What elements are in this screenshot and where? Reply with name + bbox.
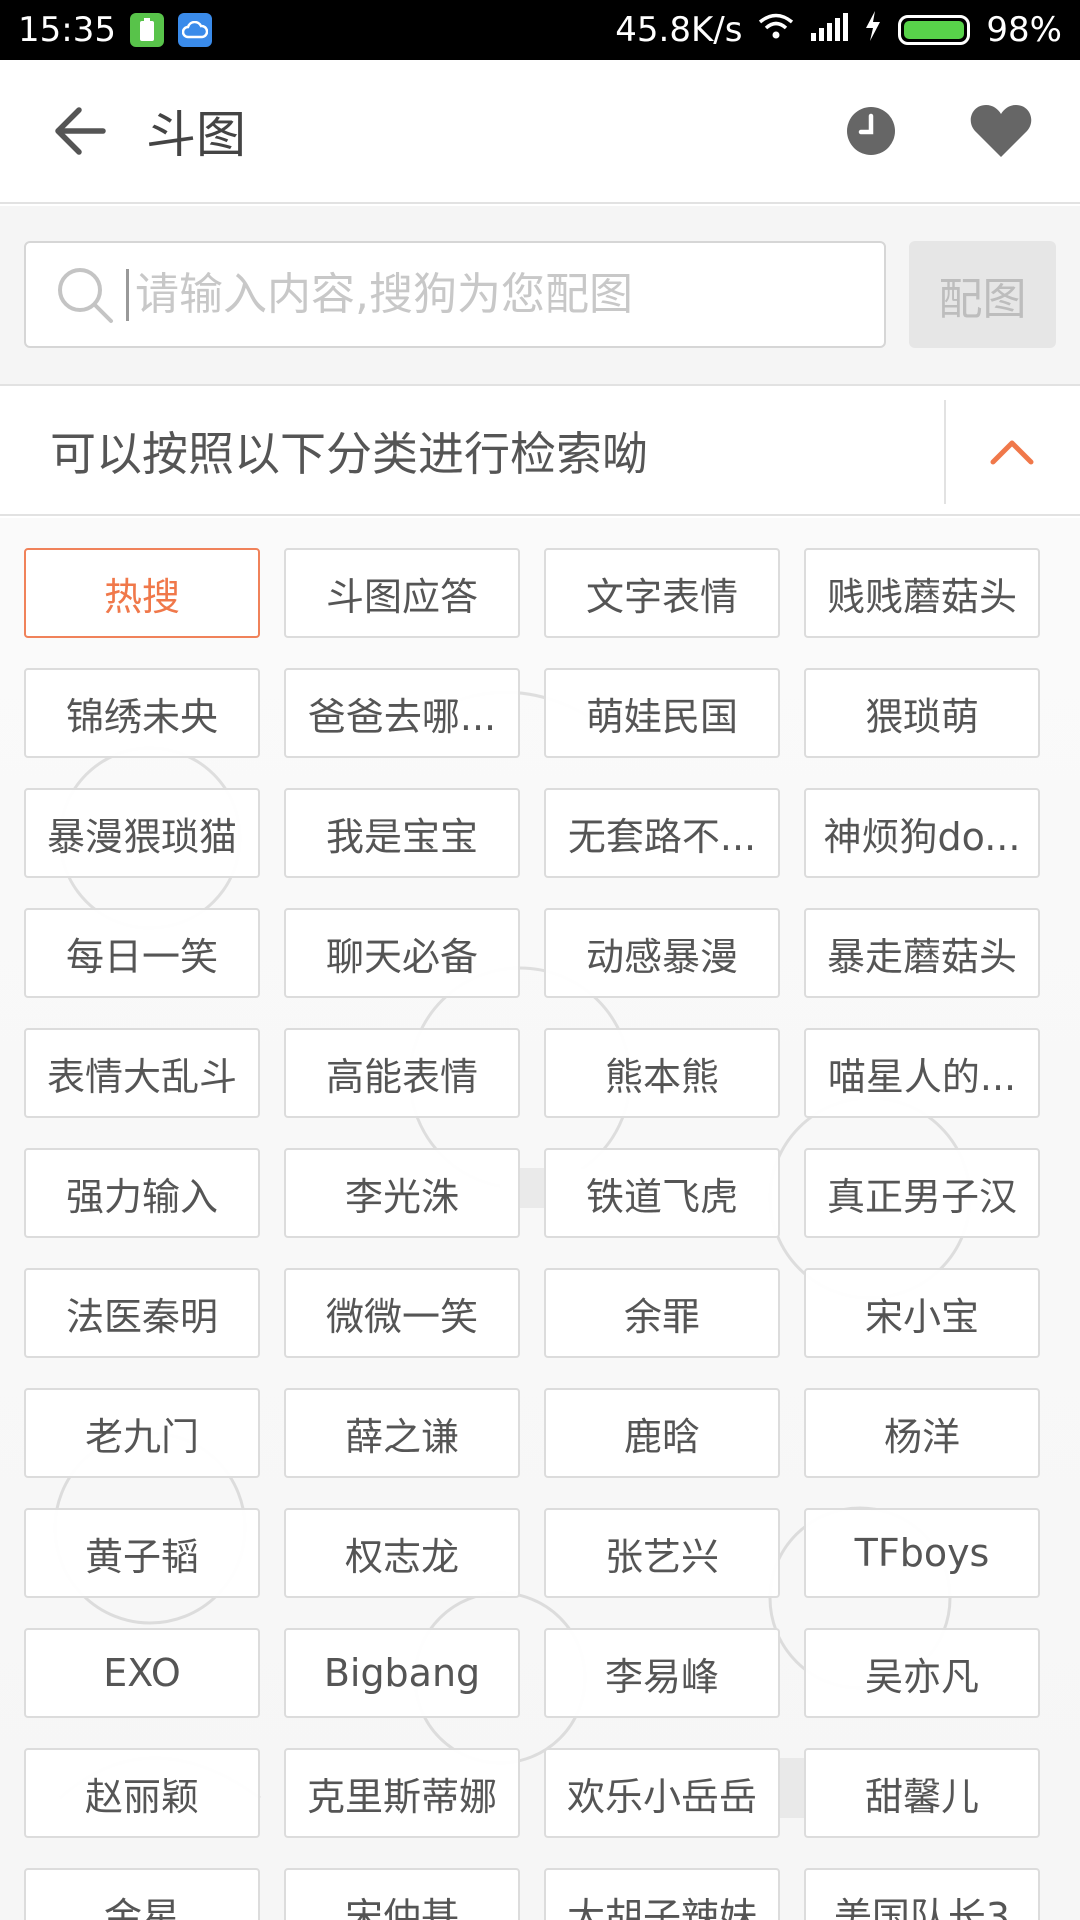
category-tag[interactable]: 动感暴漫 (544, 908, 780, 998)
category-tag[interactable]: 微微一笑 (284, 1268, 520, 1358)
category-tag[interactable]: 爸爸去哪... (284, 668, 520, 758)
category-tag[interactable]: 神烦狗do... (804, 788, 1040, 878)
collapse-button[interactable] (960, 402, 1064, 502)
category-header: 可以按照以下分类进行检索呦 (0, 388, 1080, 516)
page-title: 斗图 (146, 106, 246, 164)
category-tag[interactable]: 法医秦明 (24, 1268, 260, 1358)
cloud-icon (177, 13, 212, 47)
category-tag[interactable]: 铁道飞虎 (544, 1148, 780, 1238)
tag-grid: 热搜 斗图应答 文字表情 贱贱蘑菇头锦绣未央 爸爸去哪... 萌娃民国 猥琐萌暴漫猥琐猫 我是… (24, 548, 1040, 1920)
category-tag[interactable]: 熊本熊 (544, 1028, 780, 1118)
category-tag[interactable]: 宋仲基 (284, 1868, 520, 1920)
category-tag[interactable]: 贱贱蘑菇头 (804, 548, 1040, 638)
search-box[interactable] (24, 241, 886, 348)
category-tag[interactable]: 余罪 (544, 1268, 780, 1358)
category-tag[interactable]: 宋小宝 (804, 1268, 1040, 1358)
search-icon (50, 260, 120, 330)
chevron-up-icon (990, 440, 1034, 465)
battery-icon (898, 15, 971, 45)
category-tag[interactable]: 萌娃民国 (544, 668, 780, 758)
category-tag[interactable]: 欢乐小岳岳 (544, 1748, 780, 1838)
search-input[interactable] (133, 268, 833, 321)
category-tag[interactable]: 强力输入 (24, 1148, 260, 1238)
category-tag[interactable]: 喵星人的... (804, 1028, 1040, 1118)
category-tag[interactable]: 文字表情 (544, 548, 780, 638)
category-tag[interactable]: 赵丽颖 (24, 1748, 260, 1838)
category-tag[interactable]: 张艺兴 (544, 1508, 780, 1598)
category-tag[interactable]: 大胡子辣妹 (544, 1868, 780, 1920)
category-tag[interactable]: TFboys (804, 1508, 1040, 1598)
category-tag[interactable]: 每日一笑 (24, 908, 260, 998)
category-tag[interactable]: 权志龙 (284, 1508, 520, 1598)
category-tag[interactable]: 聊天必备 (284, 908, 520, 998)
divider (944, 400, 946, 504)
category-tag[interactable]: 黄子韬 (24, 1508, 260, 1598)
text-cursor (126, 268, 129, 321)
match-image-button[interactable]: 配图 (909, 241, 1056, 348)
category-tag[interactable]: 猥琐萌 (804, 668, 1040, 758)
heart-icon (970, 105, 1032, 157)
category-tag[interactable]: EXO (24, 1628, 260, 1718)
category-tag[interactable]: 暴漫猥琐猫 (24, 788, 260, 878)
category-tag[interactable]: 表情大乱斗 (24, 1028, 260, 1118)
category-tag[interactable]: 吴亦凡 (804, 1628, 1040, 1718)
battery-percent: 98% (986, 10, 1062, 50)
history-clock-icon (847, 107, 895, 155)
category-tag[interactable]: 金星 (24, 1868, 260, 1920)
category-tag[interactable]: 甜馨儿 (804, 1748, 1040, 1838)
status-bar: 15:35 45.8K/s 98% (0, 0, 1080, 60)
charging-icon (864, 10, 882, 50)
status-time: 15:35 (18, 10, 116, 50)
tag-area: 热搜 斗图应答 文字表情 贱贱蘑菇头锦绣未央 爸爸去哪... 萌娃民国 猥琐萌暴漫猥琐猫 我是… (0, 518, 1080, 1920)
app-header: 斗图 (0, 60, 1080, 204)
category-tag[interactable]: 我是宝宝 (284, 788, 520, 878)
battery-saver-icon (129, 13, 164, 47)
category-tag[interactable]: 无套路不... (544, 788, 780, 878)
network-speed: 45.8K/s (615, 10, 743, 50)
category-tag[interactable]: 鹿晗 (544, 1388, 780, 1478)
category-tag[interactable]: 李光洙 (284, 1148, 520, 1238)
category-tag[interactable]: 热搜 (24, 548, 260, 638)
category-tag[interactable]: Bigbang (284, 1628, 520, 1718)
category-tag[interactable]: 暴走蘑菇头 (804, 908, 1040, 998)
category-tag[interactable]: 斗图应答 (284, 548, 520, 638)
search-section: 配图 (0, 206, 1080, 386)
favorites-button[interactable] (956, 86, 1046, 176)
category-tag[interactable]: 美国队长3 (804, 1868, 1040, 1920)
back-arrow-icon (55, 107, 106, 155)
category-tag[interactable]: 杨洋 (804, 1388, 1040, 1478)
category-tag[interactable]: 锦绣未央 (24, 668, 260, 758)
wifi-icon (758, 10, 794, 50)
category-tag[interactable]: 李易峰 (544, 1628, 780, 1718)
category-tag[interactable]: 老九门 (24, 1388, 260, 1478)
history-button[interactable] (826, 86, 916, 176)
category-tag[interactable]: 真正男子汉 (804, 1148, 1040, 1238)
signal-icon (810, 10, 849, 50)
category-tag[interactable]: 薛之谦 (284, 1388, 520, 1478)
back-button[interactable] (30, 81, 130, 181)
category-tag[interactable]: 高能表情 (284, 1028, 520, 1118)
category-tag[interactable]: 克里斯蒂娜 (284, 1748, 520, 1838)
category-hint: 可以按照以下分类进行检索呦 (50, 427, 648, 481)
